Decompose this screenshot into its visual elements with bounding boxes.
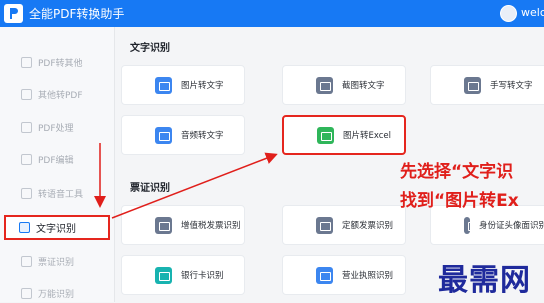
annotation-line-1: 先选择“文字识 [400,162,514,182]
arrow-to-card [111,152,278,219]
annotation-line-2: 找到“图片转Ex [400,191,519,211]
watermark: 最需网 [438,263,531,298]
